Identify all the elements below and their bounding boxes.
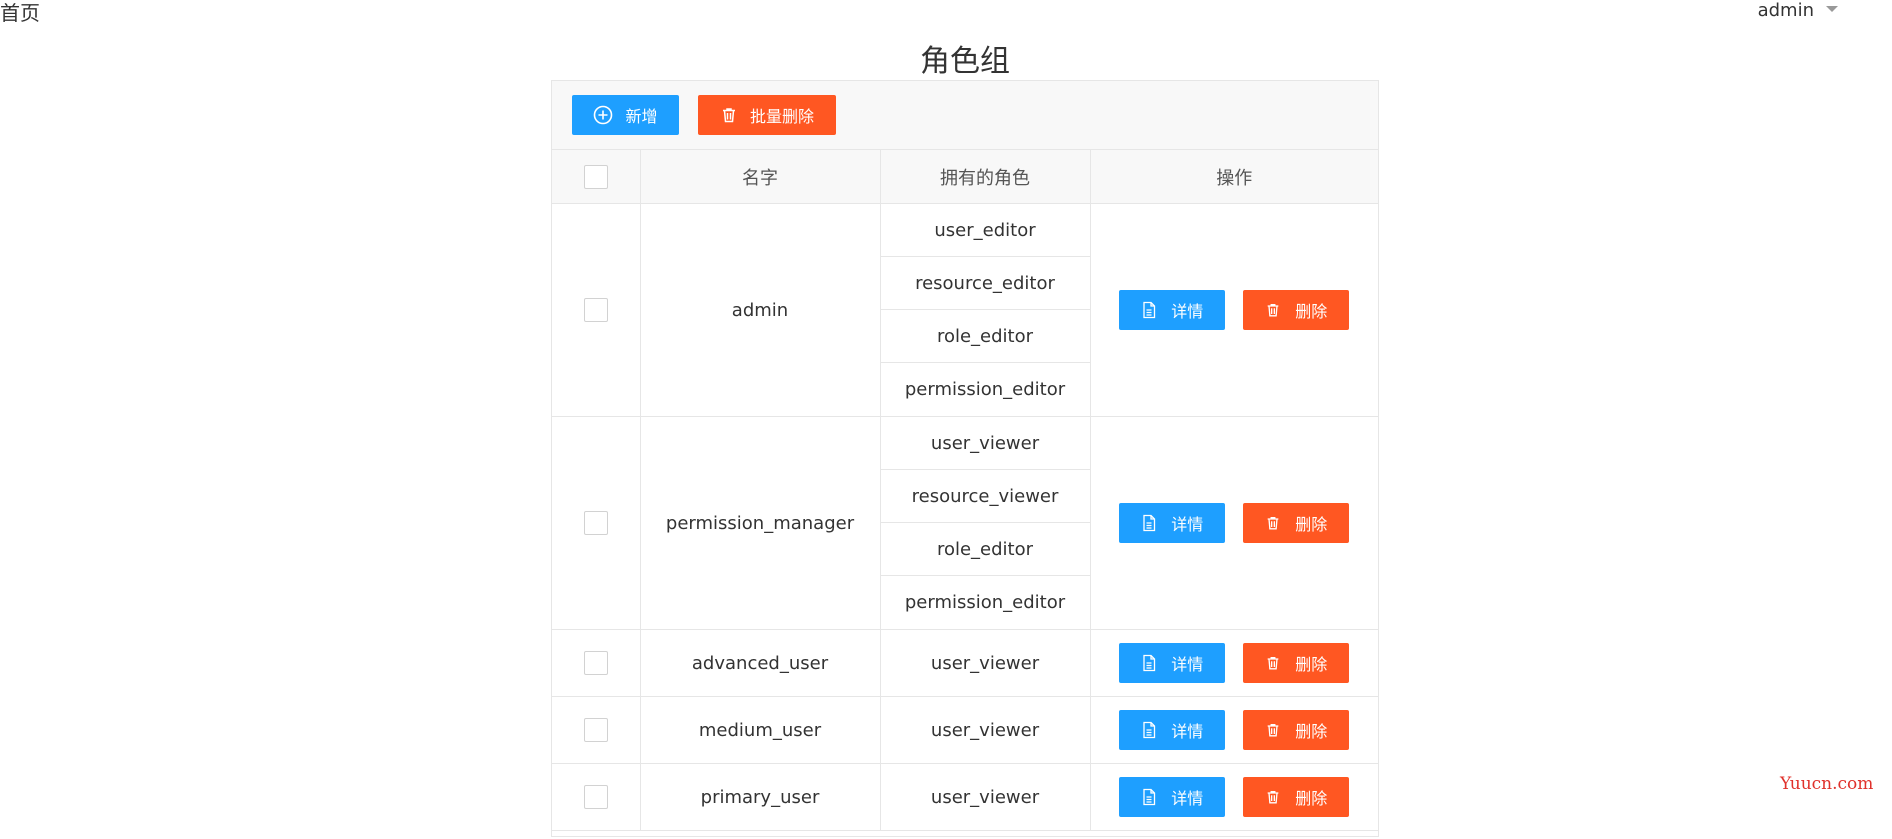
- document-icon: [1141, 654, 1157, 672]
- document-icon: [1141, 514, 1157, 532]
- role-item: user_viewer: [880, 417, 1090, 470]
- delete-button-label: 删除: [1295, 655, 1328, 674]
- batch-delete-label: 批量删除: [749, 107, 814, 126]
- role-item: resource_editor: [880, 257, 1090, 310]
- row-checkbox[interactable]: [583, 785, 608, 809]
- table-body: admin user_editor resource_editor role_edit…: [552, 203, 1378, 831]
- detail-button[interactable]: 详情: [1119, 643, 1226, 683]
- add-button-label: 新增: [625, 107, 658, 126]
- row-name: primary_user: [640, 763, 881, 831]
- column-header-name: 名字: [640, 150, 881, 204]
- table-row: primary_user user_viewer 详情 删除: [552, 763, 1378, 831]
- table-row: medium_user user_viewer 详情 删除: [552, 696, 1378, 764]
- row-name: admin: [640, 203, 881, 417]
- user-name: admin: [1757, 0, 1814, 21]
- row-roles: user_viewer: [880, 629, 1091, 697]
- row-actions: 详情 删除: [1090, 763, 1378, 831]
- delete-button-label: 删除: [1295, 302, 1328, 321]
- batch-delete-button[interactable]: 批量删除: [698, 95, 836, 135]
- row-checkbox[interactable]: [583, 718, 608, 742]
- delete-button[interactable]: 删除: [1243, 710, 1350, 750]
- role-item: user_editor: [880, 204, 1090, 257]
- document-icon: [1141, 301, 1157, 319]
- select-all-header: [552, 150, 641, 204]
- delete-button-label: 删除: [1295, 722, 1328, 741]
- row-select-cell: [552, 629, 641, 697]
- delete-button[interactable]: 删除: [1243, 290, 1350, 330]
- row-checkbox[interactable]: [583, 511, 608, 535]
- detail-button[interactable]: 详情: [1119, 290, 1226, 330]
- row-actions: 详情 删除: [1090, 203, 1378, 417]
- add-button[interactable]: 新增: [572, 95, 679, 135]
- home-link[interactable]: 首页: [0, 0, 40, 26]
- table-header-row: 名字 拥有的角色 操作: [552, 150, 1378, 204]
- row-actions: 详情 删除: [1090, 696, 1378, 764]
- row-actions: 详情 删除: [1090, 629, 1378, 697]
- row-name: medium_user: [640, 696, 881, 764]
- trash-icon: [1265, 721, 1281, 739]
- table-row: advanced_user user_viewer 详情 删除: [552, 629, 1378, 697]
- delete-button[interactable]: 删除: [1243, 503, 1350, 543]
- detail-button-label: 详情: [1171, 302, 1204, 321]
- row-name: permission_manager: [640, 416, 881, 630]
- row-roles: user_viewer: [880, 696, 1091, 764]
- row-actions: 详情 删除: [1090, 416, 1378, 630]
- document-icon: [1141, 721, 1157, 739]
- delete-button-label: 删除: [1295, 789, 1328, 808]
- row-select-cell: [552, 416, 641, 630]
- caret-down-icon: [1826, 6, 1838, 12]
- table-row: permission_manager user_viewer resource_vi…: [552, 416, 1378, 630]
- row-roles: user_viewer: [880, 763, 1091, 831]
- trash-icon: [720, 106, 738, 124]
- row-roles: user_editor resource_editor role_editorper…: [880, 203, 1091, 417]
- delete-button-label: 删除: [1295, 515, 1328, 534]
- delete-button[interactable]: 删除: [1243, 643, 1350, 683]
- table-row: admin user_editor resource_editor role_edit…: [552, 203, 1378, 417]
- column-header-roles: 拥有的角色: [880, 150, 1091, 204]
- column-header-actions: 操作: [1090, 150, 1378, 204]
- toolbar: 新增 批量删除: [552, 81, 1378, 150]
- role-group-table: 名字 拥有的角色 操作 admin user_editor resource_edi…: [552, 150, 1378, 831]
- row-checkbox[interactable]: [583, 651, 608, 675]
- user-menu[interactable]: admin: [1758, 0, 1838, 22]
- detail-button[interactable]: 详情: [1119, 710, 1226, 750]
- trash-icon: [1265, 654, 1281, 672]
- role-item: role_editor: [880, 523, 1090, 576]
- watermark: Yuucn.com: [1780, 774, 1874, 794]
- trash-icon: [1265, 301, 1281, 319]
- delete-button[interactable]: 删除: [1243, 777, 1350, 817]
- row-roles: user_viewer resource_viewer role_editorper…: [880, 416, 1091, 630]
- role-item: resource_viewer: [880, 470, 1090, 523]
- detail-button-label: 详情: [1171, 655, 1204, 674]
- row-name: advanced_user: [640, 629, 881, 697]
- plus-circle-icon: [593, 105, 613, 125]
- row-select-cell: [552, 696, 641, 764]
- role-item: role_editor: [880, 310, 1090, 363]
- detail-button-label: 详情: [1171, 789, 1204, 808]
- role-item: permission_editor: [904, 592, 1066, 613]
- role-group-panel: 新增 批量删除 名字 拥有的角色 操作 admin user_editor reso…: [551, 80, 1379, 837]
- row-checkbox[interactable]: [583, 298, 608, 322]
- detail-button[interactable]: 详情: [1119, 503, 1226, 543]
- detail-button-label: 详情: [1171, 722, 1204, 741]
- trash-icon: [1265, 514, 1281, 532]
- row-select-cell: [552, 203, 641, 417]
- detail-button[interactable]: 详情: [1119, 777, 1226, 817]
- role-item: permission_editor: [904, 379, 1066, 400]
- detail-button-label: 详情: [1171, 515, 1204, 534]
- row-select-cell: [552, 763, 641, 831]
- select-all-checkbox[interactable]: [583, 164, 608, 189]
- trash-icon: [1265, 788, 1281, 806]
- page-title: 角色组: [920, 44, 1010, 79]
- top-bar: 首页 admin: [0, 0, 1892, 30]
- document-icon: [1141, 788, 1157, 806]
